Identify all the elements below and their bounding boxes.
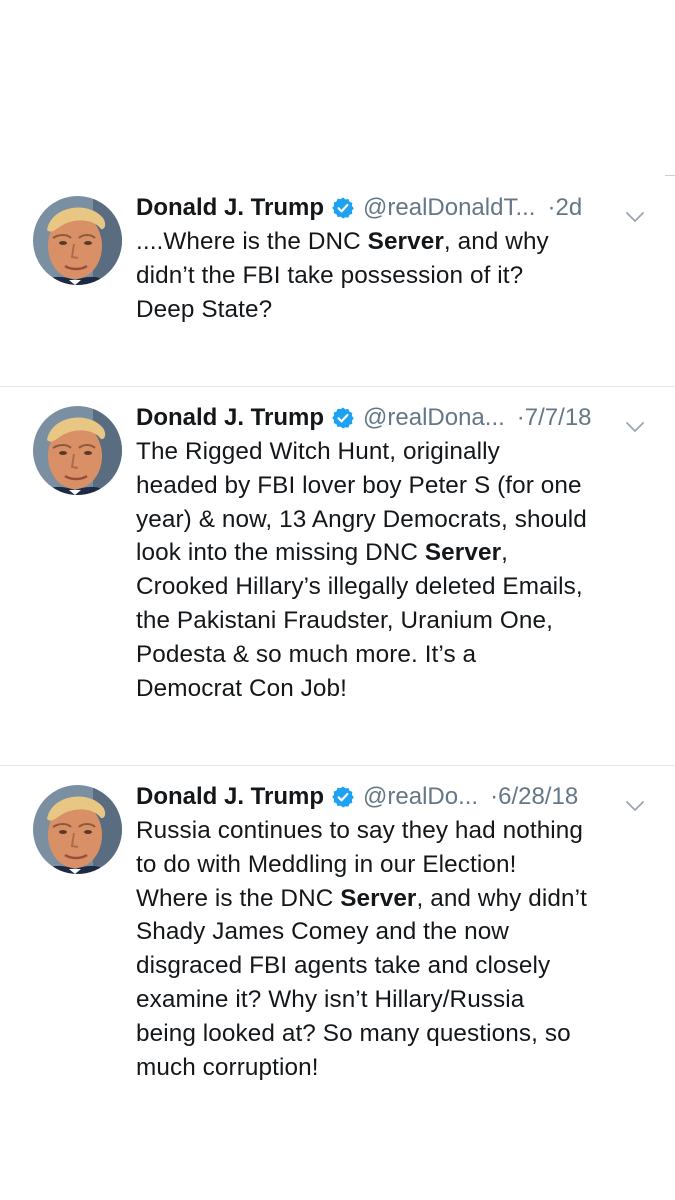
tweet-text-segment: , and why didn’t <box>416 884 587 912</box>
separator-dot: · <box>547 194 556 221</box>
tweet-text-segment: The Rigged Witch Hunt, originally <box>136 438 500 465</box>
tweet-text-line: Deep State? <box>136 293 647 327</box>
tweet-text-line: The Rigged Witch Hunt, originally <box>136 435 647 469</box>
tweet-text-segment: look into the missing DNC <box>136 539 425 567</box>
tweet-timestamp[interactable]: 7/7/18 <box>525 404 592 432</box>
author-handle[interactable]: @realDo... <box>363 783 478 811</box>
emphasized-text: Server <box>340 884 417 912</box>
verified-badge-icon <box>331 406 355 430</box>
tweet-header: Donald J. Trump @realDonaldT... · 2d <box>136 191 645 225</box>
tweet-text-line: the Pakistani Fraudster, Uranium One, <box>136 604 647 638</box>
tweet-text-line: being looked at? So many questions, so <box>136 1017 647 1051</box>
tweet-timestamp[interactable]: 2d <box>555 194 582 222</box>
author-name[interactable]: Donald J. Trump <box>136 783 324 811</box>
tweet-text-line: Podesta & so much more. It’s a <box>136 638 647 672</box>
tweet-text-line: ....Where is the DNC Server, and why <box>136 225 647 259</box>
author-handle[interactable]: @realDonaldT... <box>363 194 535 222</box>
separator-dot: · <box>516 404 525 431</box>
author-handle[interactable]: @realDona... <box>363 404 505 432</box>
chevron-down-icon[interactable] <box>625 791 645 811</box>
tweet-text-line: year) & now, 13 Angry Democrats, should <box>136 503 647 537</box>
tweet-text-segment: Democrat Con Job! <box>136 674 348 702</box>
tweet-text: Russia continues to say they had nothing… <box>136 814 647 1084</box>
tweet-text-line: didn’t the FBI take possession of it? <box>136 259 647 293</box>
avatar[interactable] <box>33 785 122 874</box>
tweet-text-segment: year) & now, 13 Angry Democrats, should <box>136 505 587 533</box>
tweet-text-line: disgraced FBI agents take and closely <box>136 949 647 983</box>
tweet-divider <box>0 386 675 387</box>
tweet-text-line: look into the missing DNC Server, <box>136 536 647 570</box>
chevron-down-icon[interactable] <box>625 412 645 432</box>
tweet-text-segment: , and why <box>443 228 549 255</box>
verified-badge-icon <box>331 196 355 220</box>
tweet-text-segment: much corruption! <box>136 1053 319 1081</box>
avatar[interactable] <box>33 406 122 495</box>
verified-badge-icon <box>331 785 355 809</box>
tweet-timestamp[interactable]: 6/28/18 <box>498 783 578 811</box>
tweet-header: Donald J. Trump @realDona... · 7/7/18 <box>136 401 645 435</box>
tweet-text-segment: the Pakistani Fraudster, Uranium One, <box>136 606 553 634</box>
tweet-text-segment: ....Where is the DNC <box>136 228 368 255</box>
author-name[interactable]: Donald J. Trump <box>136 404 324 432</box>
tweet-text-segment: disgraced FBI agents take and closely <box>136 952 551 980</box>
tweet-timeline: Donald J. Trump @realDonaldT... · 2d ...… <box>0 0 675 1200</box>
tweet-text-segment: Where is the DNC <box>136 884 341 912</box>
tweet-text-line: examine it? Why isn’t Hillary/Russia <box>136 983 647 1017</box>
top-edge-divider <box>665 175 675 176</box>
tweet-text: The Rigged Witch Hunt, originally headed … <box>136 435 647 705</box>
avatar[interactable] <box>33 196 122 285</box>
tweet-text-segment: Crooked Hillary’s illegally deleted Emai… <box>136 573 583 601</box>
tweet-text-line: Where is the DNC Server, and why didn’t <box>136 882 647 916</box>
tweet-text-segment: Shady James Comey and the now <box>136 918 509 946</box>
chevron-down-icon[interactable] <box>625 202 645 222</box>
tweet-text-segment: being looked at? So many questions, so <box>136 1019 571 1047</box>
tweet-text-segment: examine it? Why isn’t Hillary/Russia <box>136 985 525 1013</box>
tweet-text-segment: Podesta & so much more. It’s a <box>136 640 477 668</box>
tweet-text-segment: headed by FBI lover boy Peter S (for one <box>136 471 582 499</box>
separator-dot: · <box>490 783 499 810</box>
tweet-text-line: Democrat Con Job! <box>136 672 647 706</box>
emphasized-text: Server <box>424 539 502 567</box>
tweet-header: Donald J. Trump @realDo... · 6/28/18 <box>136 780 645 814</box>
tweet-text-line: headed by FBI lover boy Peter S (for one <box>136 469 647 503</box>
tweet-text-segment: Deep State? <box>136 295 273 323</box>
tweet-text-line: Russia continues to say they had nothing <box>136 814 647 848</box>
tweet-text: ....Where is the DNC Server, and why didn… <box>136 225 647 326</box>
tweet-text-segment: , <box>501 539 508 567</box>
tweet-text-segment: to do with Meddling in our Election! <box>136 850 517 878</box>
emphasized-text: Server <box>367 228 444 255</box>
tweet-text-line: Crooked Hillary’s illegally deleted Emai… <box>136 570 647 604</box>
tweet-divider <box>0 765 675 766</box>
tweet-text-line: Shady James Comey and the now <box>136 915 647 949</box>
tweet-text-line: to do with Meddling in our Election! <box>136 848 647 882</box>
tweet-text-segment: Russia continues to say they had nothing <box>136 817 584 844</box>
tweet-text-segment: didn’t the FBI take possession of it? <box>136 261 524 289</box>
author-name[interactable]: Donald J. Trump <box>136 194 324 222</box>
tweet-text-line: much corruption! <box>136 1051 647 1085</box>
